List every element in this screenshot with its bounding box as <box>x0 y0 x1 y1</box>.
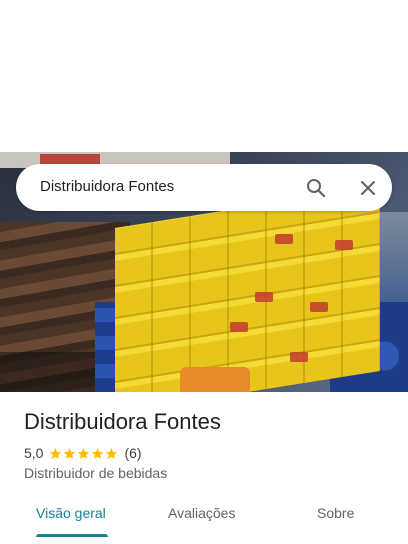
crate-label <box>310 302 328 312</box>
tab-overview[interactable]: Visão geral <box>36 505 106 521</box>
star-icon <box>106 447 118 459</box>
crate-label <box>230 322 248 332</box>
photo-yellow-crates <box>115 186 380 392</box>
rating-row[interactable]: 5,0 (6) <box>24 444 142 462</box>
crate-label <box>335 240 353 250</box>
place-tabs: Visão geral Avaliações Sobre <box>0 498 408 544</box>
star-icon <box>78 447 90 459</box>
crate-label <box>275 234 293 244</box>
crate-label <box>290 352 308 362</box>
star-icon <box>64 447 76 459</box>
close-icon[interactable] <box>356 176 380 200</box>
search-icon[interactable] <box>304 176 328 200</box>
active-tab-indicator <box>36 534 108 537</box>
tab-about[interactable]: Sobre <box>317 505 354 521</box>
rating-value: 5,0 <box>24 445 44 461</box>
tab-reviews[interactable]: Avaliações <box>168 505 235 521</box>
star-icon <box>92 447 104 459</box>
review-count[interactable]: (6) <box>124 445 141 461</box>
star-icon <box>50 447 62 459</box>
photo-orange-item <box>180 367 250 392</box>
place-title: Distribuidora Fontes <box>24 409 221 434</box>
place-category: Distribuidor de bebidas <box>24 465 168 481</box>
map-area-blank <box>0 0 408 152</box>
rating-stars <box>49 447 118 460</box>
search-input[interactable]: Distribuidora Fontes <box>40 178 174 195</box>
crate-label <box>255 292 273 302</box>
search-bar[interactable]: Distribuidora Fontes <box>16 164 392 211</box>
